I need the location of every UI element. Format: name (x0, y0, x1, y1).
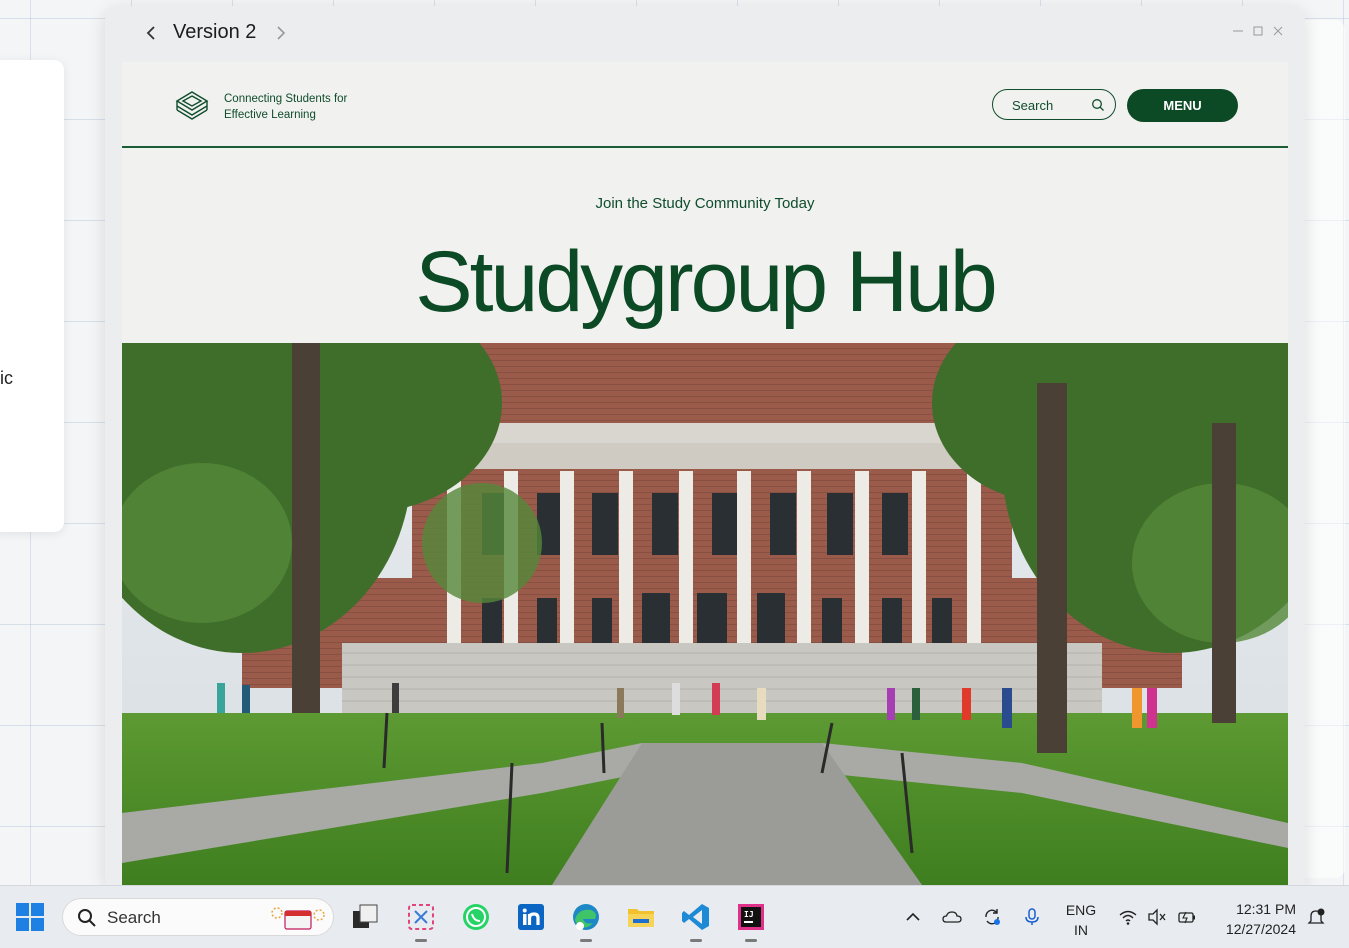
edge-icon[interactable] (571, 902, 601, 932)
minimize-icon[interactable] (1231, 24, 1245, 38)
calendar-fireworks-icon (271, 907, 325, 930)
wifi-icon[interactable] (1118, 907, 1138, 927)
maximize-icon[interactable] (1251, 24, 1265, 38)
site-tagline: Connecting Students for Effective Learni… (224, 93, 348, 121)
hero-eyebrow: Join the Study Community Today (595, 195, 815, 212)
campus-library-photo (122, 343, 1288, 885)
background-window-edge (1305, 20, 1345, 878)
search-icon[interactable] (1091, 98, 1105, 112)
menu-button[interactable]: MENU (1127, 89, 1238, 122)
website-page: Connecting Students for Effective Learni… (122, 62, 1288, 885)
notification-bell-icon[interactable] (1306, 907, 1326, 927)
battery-charging-icon[interactable] (1177, 907, 1197, 927)
chevron-up-icon[interactable] (903, 907, 923, 927)
svg-text:IJ: IJ (744, 910, 754, 919)
running-indicator (415, 939, 427, 942)
search-icon (78, 909, 96, 927)
app-window: Version 2 Connecting Students for Effect… (105, 6, 1305, 885)
window-title: Version 2 (173, 21, 257, 43)
clock-time: 12:31 PM (1236, 901, 1296, 917)
file-explorer-icon[interactable] (626, 902, 656, 932)
title-bar: Version 2 (105, 6, 1305, 60)
microphone-icon[interactable] (1022, 907, 1042, 927)
volume-muted-icon[interactable] (1147, 907, 1167, 927)
snipping-tool-icon[interactable] (406, 902, 436, 932)
input-language-indicator[interactable]: ENG IN (1064, 900, 1098, 940)
running-indicator (580, 939, 592, 942)
vscode-icon[interactable] (681, 902, 711, 932)
forward-arrow-icon[interactable] (273, 22, 289, 44)
stacked-layers-logo-icon[interactable] (174, 88, 210, 124)
background-window-text: ic (0, 368, 13, 388)
taskbar-search-label: Search (107, 908, 161, 927)
intellij-icon[interactable]: IJ (736, 902, 766, 932)
start-icon[interactable] (15, 902, 45, 932)
taskbar-search[interactable]: Search (62, 898, 334, 936)
lang-code: ENG (1065, 902, 1097, 918)
clock[interactable]: 12:31 PM 12/27/2024 (1212, 899, 1296, 939)
running-indicator (690, 939, 702, 942)
running-indicator (745, 939, 757, 942)
header-divider (122, 146, 1288, 148)
clock-date: 12/27/2024 (1225, 921, 1296, 937)
site-search-input[interactable]: Search (992, 89, 1116, 120)
close-icon[interactable] (1271, 24, 1285, 38)
taskbar: Search IJ ENG IN 12:31 PM 12/27/2024 (0, 885, 1349, 948)
lang-region: IN (1074, 922, 1088, 938)
hero-title: Studygroup Hub (415, 234, 998, 330)
whatsapp-icon[interactable] (461, 902, 491, 932)
search-placeholder: Search (1012, 98, 1054, 113)
task-view-icon[interactable] (350, 902, 380, 932)
onedrive-cloud-icon[interactable] (942, 907, 962, 927)
linkedin-icon[interactable] (516, 902, 546, 932)
sync-icon[interactable] (982, 907, 1002, 927)
background-window-panel (0, 60, 64, 532)
back-arrow-icon[interactable] (143, 22, 159, 44)
